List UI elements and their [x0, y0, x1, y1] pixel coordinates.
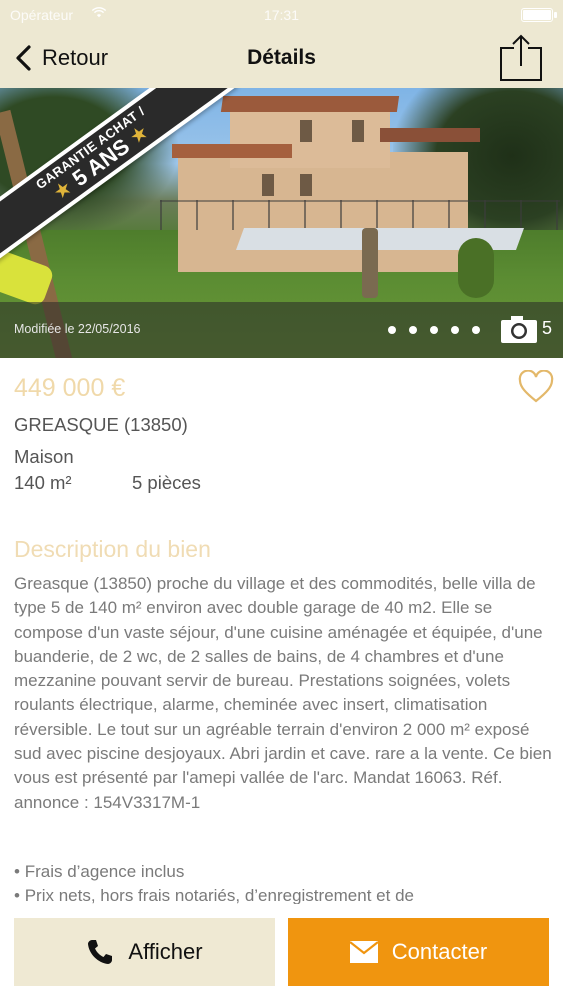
phone-icon: [88, 940, 113, 964]
photo-count: 5: [542, 318, 553, 338]
clock: 17:31: [263, 7, 300, 23]
page-dot[interactable]: [388, 326, 396, 334]
page-dot[interactable]: [472, 326, 480, 334]
camera-icon[interactable]: [500, 314, 538, 344]
envelope-icon: [349, 941, 378, 963]
page-dot[interactable]: [430, 326, 438, 334]
share-icon[interactable]: [497, 34, 545, 82]
price: 449 000 €: [14, 374, 126, 402]
description-text: Greasque (13850) proche du village et de…: [14, 574, 552, 812]
surface-area: 140 m²: [14, 472, 72, 493]
description-title: Description du bien: [14, 536, 211, 562]
page-dot[interactable]: [451, 326, 459, 334]
modified-date: Modifiée le 22/05/2016: [14, 322, 141, 336]
room-count: 5 pièces: [132, 472, 201, 493]
property-photo[interactable]: GARANTIE ACHAT / ★ 5 ANS ★ Modifiée le 2…: [0, 88, 563, 358]
contact-button[interactable]: Contacter: [288, 918, 549, 986]
photo-info-bar: Modifiée le 22/05/2016 5: [0, 302, 563, 358]
heart-icon[interactable]: [518, 370, 554, 404]
header: Opérateur 17:31 Retour Détails: [0, 0, 563, 88]
nav-bar: Retour Détails: [0, 30, 563, 88]
property-type: Maison: [14, 446, 74, 467]
contact-label: Contacter: [391, 939, 488, 964]
fees-list: Frais d’agence inclus Prix nets, hors fr…: [14, 860, 554, 908]
action-bar: Afficher Contacter: [0, 904, 563, 1000]
show-phone-button[interactable]: Afficher: [14, 918, 275, 986]
photo-page-indicator[interactable]: [388, 326, 493, 334]
show-phone-label: Afficher: [128, 939, 203, 964]
status-bar: Opérateur 17:31: [0, 0, 563, 30]
city-label: GREASQUE (13850): [14, 414, 188, 435]
page-title: Détails: [247, 46, 316, 69]
list-item: Frais d’agence inclus: [14, 860, 554, 884]
page-dot[interactable]: [409, 326, 417, 334]
battery-icon: [521, 8, 557, 22]
